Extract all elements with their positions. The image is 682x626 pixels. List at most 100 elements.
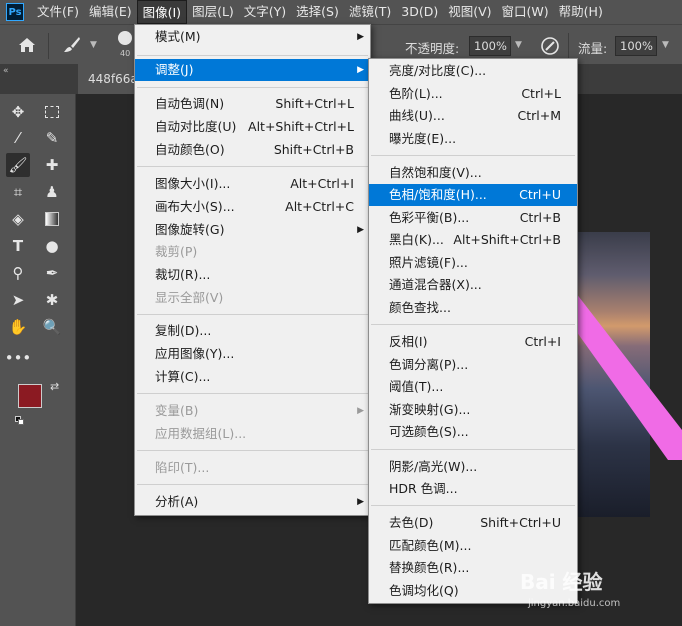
menu-help[interactable]: 帮助(H) bbox=[554, 0, 608, 24]
menu-bar: Ps 文件(F) 编辑(E) 图像(I) 图层(L) 文字(Y) 选择(S) 滤… bbox=[0, 0, 682, 24]
menu-divider bbox=[371, 324, 575, 325]
more-tools-icon[interactable]: ••• bbox=[5, 346, 32, 370]
watermark-url: jingyan.baidu.com bbox=[528, 598, 621, 609]
divider bbox=[568, 33, 569, 59]
menu-item-label: 阴影/高光(W)... bbox=[389, 459, 478, 474]
menu-type[interactable]: 文字(Y) bbox=[239, 0, 291, 24]
menu-select[interactable]: 选择(S) bbox=[291, 0, 344, 24]
zoom-tool-icon[interactable]: 🔍 bbox=[40, 315, 64, 339]
menu-item-levels[interactable]: 色阶(L)... Ctrl+L bbox=[369, 83, 577, 105]
menu-item-label: 替换颜色(R)... bbox=[389, 560, 470, 575]
menu-item-black-white[interactable]: 黑白(K)... Alt+Shift+Ctrl+B bbox=[369, 229, 577, 251]
menu-item-channel-mixer[interactable]: 通道混合器(X)... bbox=[369, 274, 577, 296]
menu-item-label: 色调均化(Q) bbox=[389, 583, 459, 598]
brush-preset-icon[interactable] bbox=[62, 35, 82, 55]
brush-tool-icon[interactable]: 🖌 bbox=[6, 153, 30, 177]
menu-item-image-rotation[interactable]: 图像旋转(G) ▶ bbox=[135, 219, 370, 241]
chevron-down-icon[interactable]: ▼ bbox=[515, 40, 522, 50]
chevron-down-icon[interactable]: ▼ bbox=[90, 40, 97, 50]
menu-item-hdr-toning[interactable]: HDR 色调... bbox=[369, 478, 577, 500]
foreground-color-swatch[interactable] bbox=[18, 384, 42, 408]
eraser-tool-icon[interactable]: ◈ bbox=[6, 207, 30, 231]
menu-item-image-size[interactable]: 图像大小(I)... Alt+Ctrl+I bbox=[135, 173, 370, 195]
menu-item-auto-tone[interactable]: 自动色调(N) Shift+Ctrl+L bbox=[135, 93, 370, 115]
menu-layer[interactable]: 图层(L) bbox=[187, 0, 239, 24]
clone-stamp-tool-icon[interactable]: ♟ bbox=[40, 180, 64, 204]
menu-item-mode[interactable]: 模式(M) ▶ bbox=[135, 26, 370, 48]
menu-item-label: 画布大小(S)... bbox=[155, 199, 235, 214]
menu-item-gradient-map[interactable]: 渐变映射(G)... bbox=[369, 399, 577, 421]
menu-item-match-color[interactable]: 匹配颜色(M)... bbox=[369, 535, 577, 557]
dodge-tool-icon[interactable]: ⚲ bbox=[6, 261, 30, 285]
menu-divider bbox=[371, 505, 575, 506]
menu-item-label: 亮度/对比度(C)... bbox=[389, 63, 487, 78]
hand-tool-icon[interactable]: ✋ bbox=[6, 315, 30, 339]
menu-item-analysis[interactable]: 分析(A) ▶ bbox=[135, 491, 370, 513]
default-colors-icon[interactable] bbox=[15, 416, 25, 426]
menu-item-hue-saturation[interactable]: 色相/饱和度(H)... Ctrl+U bbox=[369, 184, 577, 206]
menu-item-trim[interactable]: 裁切(R)... bbox=[135, 264, 370, 286]
magic-wand-tool-icon[interactable]: ⁄ bbox=[6, 126, 30, 150]
menu-item-apply-data-set: 应用数据组(L)... bbox=[135, 423, 370, 445]
type-tool-icon[interactable]: T bbox=[6, 234, 30, 258]
menu-item-duplicate[interactable]: 复制(D)... bbox=[135, 320, 370, 342]
menu-item-label: 自然饱和度(V)... bbox=[389, 165, 482, 180]
crop-tool-icon[interactable]: ⌗ bbox=[6, 180, 30, 204]
submenu-arrow-icon: ▶ bbox=[357, 32, 364, 42]
menu-filter[interactable]: 滤镜(T) bbox=[344, 0, 396, 24]
menu-item-invert[interactable]: 反相(I) Ctrl+I bbox=[369, 331, 577, 353]
healing-brush-tool-icon[interactable]: ✚ bbox=[40, 153, 64, 177]
chevron-down-icon[interactable]: ▼ bbox=[662, 40, 669, 50]
brush-tip-icon[interactable] bbox=[118, 31, 132, 45]
menu-item-auto-contrast[interactable]: 自动对比度(U) Alt+Shift+Ctrl+L bbox=[135, 116, 370, 138]
pressure-opacity-icon[interactable] bbox=[540, 36, 560, 56]
menu-item-reveal-all: 显示全部(V) bbox=[135, 287, 370, 309]
opacity-input[interactable]: 100% bbox=[469, 36, 511, 56]
swap-colors-icon[interactable]: ⇄ bbox=[50, 380, 59, 393]
menu-item-shortcut: Alt+Ctrl+I bbox=[290, 176, 354, 191]
menu-item-label: 陷印(T)... bbox=[155, 460, 210, 475]
menu-item-shadows-highlights[interactable]: 阴影/高光(W)... bbox=[369, 456, 577, 478]
eyedropper-tool-icon[interactable]: ✎ bbox=[40, 126, 64, 150]
marquee-tool-icon[interactable] bbox=[40, 100, 64, 124]
menu-file[interactable]: 文件(F) bbox=[32, 0, 84, 24]
custom-shape-tool-icon[interactable]: ✱ bbox=[40, 288, 64, 312]
menu-item-auto-color[interactable]: 自动颜色(O) Shift+Ctrl+B bbox=[135, 139, 370, 161]
menu-item-color-balance[interactable]: 色彩平衡(B)... Ctrl+B bbox=[369, 207, 577, 229]
menu-item-shortcut: Ctrl+I bbox=[524, 334, 561, 349]
blur-tool-icon[interactable]: ● bbox=[40, 234, 64, 258]
pen-tool-icon[interactable]: ✒ bbox=[40, 261, 64, 285]
menu-3d[interactable]: 3D(D) bbox=[396, 0, 443, 24]
menu-item-selective-color[interactable]: 可选颜色(S)... bbox=[369, 421, 577, 443]
gradient-tool-icon[interactable] bbox=[40, 207, 64, 231]
menu-item-posterize[interactable]: 色调分离(P)... bbox=[369, 354, 577, 376]
menu-item-adjustments[interactable]: 调整(J) ▶ bbox=[135, 59, 370, 81]
menu-item-threshold[interactable]: 阈值(T)... bbox=[369, 376, 577, 398]
move-tool-icon[interactable]: ✥ bbox=[6, 100, 30, 124]
menu-item-apply-image[interactable]: 应用图像(Y)... bbox=[135, 343, 370, 365]
menu-item-color-lookup[interactable]: 颜色查找... bbox=[369, 297, 577, 319]
menu-item-canvas-size[interactable]: 画布大小(S)... Alt+Ctrl+C bbox=[135, 196, 370, 218]
submenu-arrow-icon: ▶ bbox=[357, 497, 364, 507]
collapse-panel-icon[interactable]: « bbox=[3, 66, 9, 76]
path-selection-tool-icon[interactable]: ➤ bbox=[6, 288, 30, 312]
adjustments-submenu: 亮度/对比度(C)... 色阶(L)... Ctrl+L 曲线(U)... Ctrl… bbox=[368, 58, 578, 604]
menu-item-trap: 陷印(T)... bbox=[135, 457, 370, 479]
menu-item-exposure[interactable]: 曝光度(E)... bbox=[369, 128, 577, 150]
menu-view[interactable]: 视图(V) bbox=[443, 0, 496, 24]
menu-item-photo-filter[interactable]: 照片滤镜(F)... bbox=[369, 252, 577, 274]
flow-input[interactable]: 100% bbox=[615, 36, 657, 56]
tools-panel: ✥ ⁄ ✎ 🖌 ✚ ⌗ ♟ ◈ T ● ⚲ ✒ ➤ ✱ ✋ 🔍 ••• ⇄ bbox=[0, 94, 76, 626]
menu-item-label: 变量(B) bbox=[155, 403, 199, 418]
menu-image[interactable]: 图像(I) bbox=[136, 0, 188, 24]
home-icon[interactable] bbox=[18, 37, 36, 53]
menu-item-vibrance[interactable]: 自然饱和度(V)... bbox=[369, 162, 577, 184]
menu-item-calculations[interactable]: 计算(C)... bbox=[135, 366, 370, 388]
menu-item-desaturate[interactable]: 去色(D) Shift+Ctrl+U bbox=[369, 512, 577, 534]
menu-edit[interactable]: 编辑(E) bbox=[84, 0, 137, 24]
menu-window[interactable]: 窗口(W) bbox=[497, 0, 554, 24]
menu-item-label: 曲线(U)... bbox=[389, 108, 445, 123]
menu-item-curves[interactable]: 曲线(U)... Ctrl+M bbox=[369, 105, 577, 127]
document-tab[interactable]: 448f66a bbox=[78, 64, 138, 94]
menu-item-brightness-contrast[interactable]: 亮度/对比度(C)... bbox=[369, 60, 577, 82]
